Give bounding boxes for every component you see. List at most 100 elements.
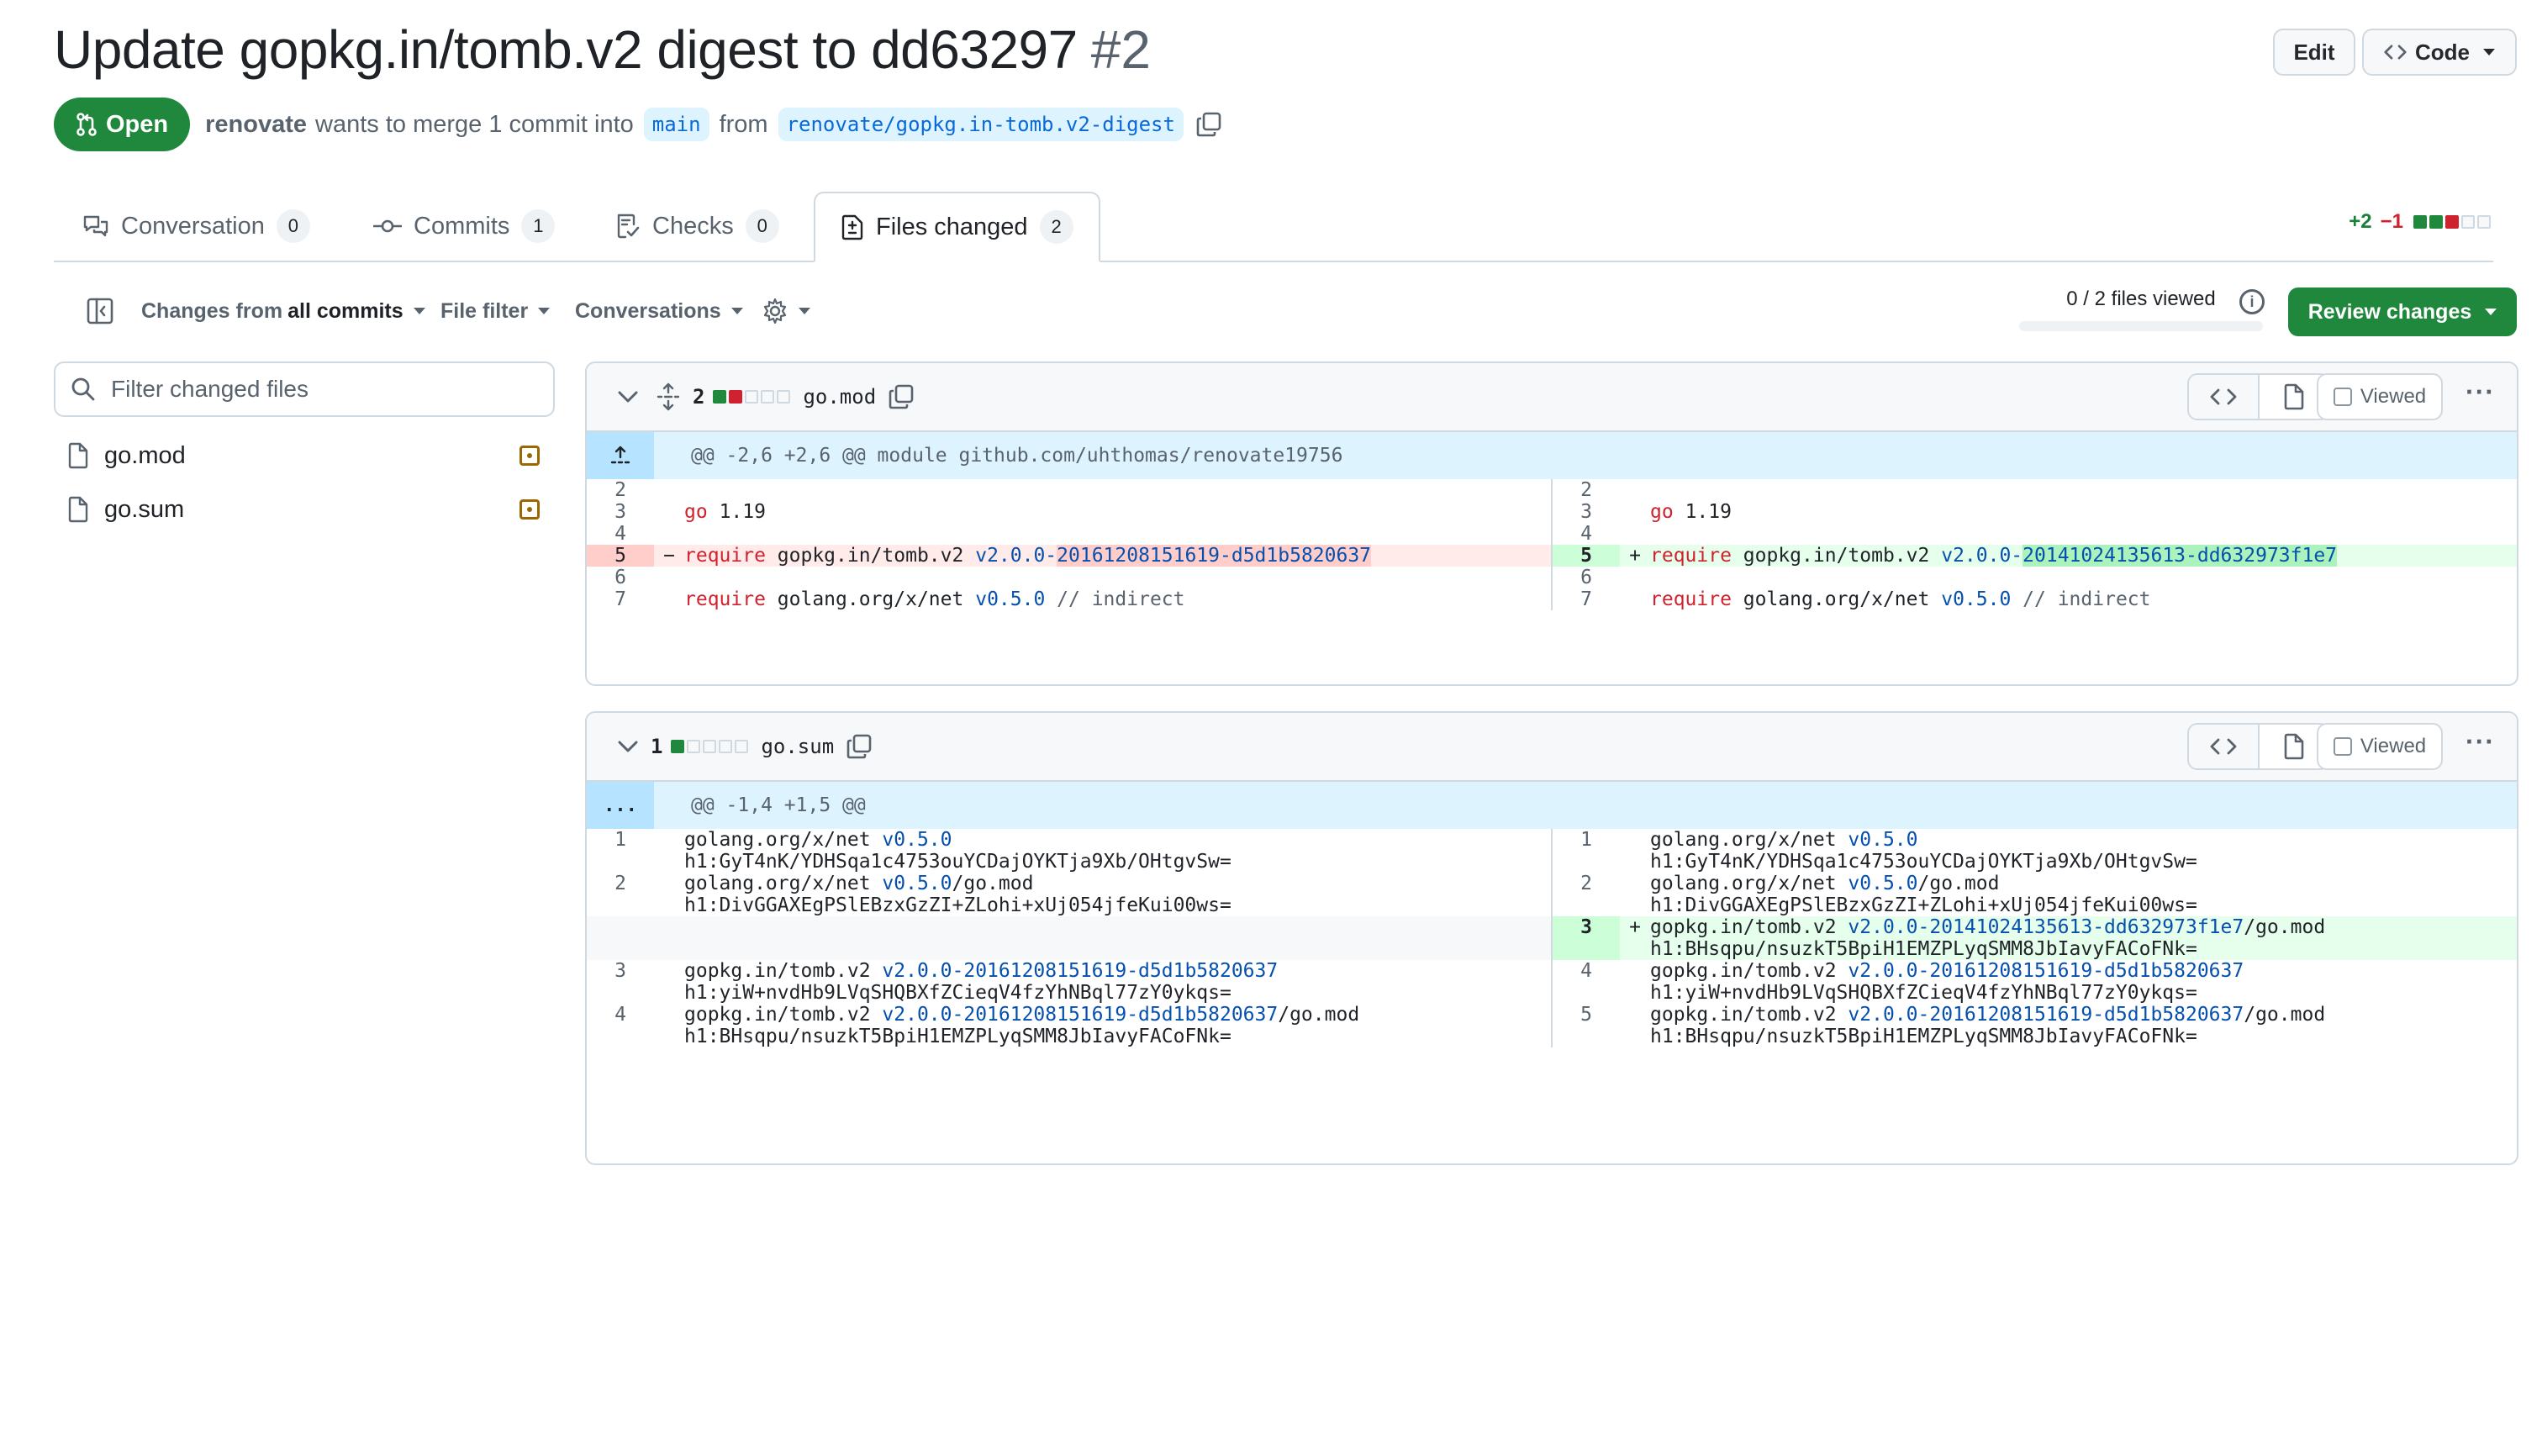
code-line: golang.org/x/net v0.5.0/go.mod h1:DivGGA… — [684, 873, 1231, 916]
tab-commits[interactable]: Commits 1 — [373, 192, 556, 261]
line-number[interactable]: 7 — [1553, 588, 1620, 610]
git-pull-request-icon — [76, 113, 97, 136]
author-link[interactable]: renovate — [205, 111, 307, 139]
file-name[interactable]: go.sum — [761, 735, 834, 758]
line-number[interactable]: 4 — [1553, 523, 1620, 545]
checklist-icon — [617, 214, 640, 239]
copy-icon[interactable] — [1195, 111, 1222, 138]
expand-button[interactable]: ... — [587, 782, 654, 829]
diff-row: 6 6 — [587, 567, 2517, 588]
pr-tabs: Conversation 0 Commits 1 Checks 0 Files … — [54, 192, 2493, 262]
code-line: gopkg.in/tomb.v2 v2.0.0-20161208151619-d… — [684, 1004, 1360, 1047]
file-header: 1 go.sum Viewed ··· — [587, 713, 2517, 782]
base-branch[interactable]: main — [643, 108, 709, 141]
chevron-down-icon — [413, 308, 425, 314]
line-number[interactable]: 5 — [1553, 1004, 1620, 1047]
line-number[interactable]: 3 — [587, 501, 654, 523]
file-diff-go-mod: 2 go.mod Viewed ··· @@ -2,6 +2,6 @@ modu… — [585, 361, 2518, 686]
deletion-marker: − — [663, 545, 675, 567]
diffstat-block-deleted — [2445, 215, 2459, 229]
diffstat-block-neutral — [2461, 215, 2475, 229]
fold-up-icon — [610, 446, 630, 464]
tab-conversation[interactable]: Conversation 0 — [82, 192, 310, 261]
conversations-dropdown[interactable]: Conversations — [575, 277, 743, 345]
source-diff-button[interactable] — [2189, 375, 2258, 419]
file-name[interactable]: go.mod — [803, 385, 876, 409]
expand-up-button[interactable] — [587, 432, 654, 479]
filter-files-field[interactable] — [54, 361, 555, 417]
checkbox[interactable] — [2333, 737, 2352, 756]
files-viewed-count: 0 / 2 files viewed — [2066, 288, 2216, 310]
chevron-down-icon[interactable] — [617, 740, 639, 753]
sidebar-file-go-sum[interactable]: go.sum — [67, 486, 555, 533]
kebab-horizontal-icon[interactable]: ··· — [2466, 378, 2495, 405]
edit-button[interactable]: Edit — [2273, 29, 2355, 76]
viewed-checkbox[interactable]: Viewed — [2317, 723, 2443, 770]
line-number[interactable]: 6 — [1553, 567, 1620, 588]
line-number[interactable]: 2 — [587, 873, 654, 916]
line-number[interactable]: 4 — [1553, 960, 1620, 1004]
diffstat-block-neutral — [735, 740, 749, 753]
tab-files-changed[interactable]: Files changed 2 — [814, 192, 1100, 262]
diff-table: ... @@ -1,4 +1,5 @@ 1 golang.org/x/net v… — [587, 782, 2517, 1047]
line-number[interactable]: 2 — [587, 479, 654, 501]
file-icon — [2284, 383, 2304, 410]
kebab-horizontal-icon[interactable]: ··· — [2466, 728, 2495, 755]
pr-title-row: Update gopkg.in/tomb.v2 digest to dd6329… — [54, 18, 1151, 81]
file-change-count: 2 — [693, 385, 705, 409]
diff-settings-button[interactable] — [762, 277, 810, 345]
info-icon[interactable]: i — [2239, 289, 2265, 314]
merge-text: wants to merge 1 commit into — [315, 110, 634, 138]
sidebar-toggle-button[interactable] — [86, 277, 114, 345]
diff-row: 7 require golang.org/x/net v0.5.0 // ind… — [587, 588, 2517, 610]
copy-icon[interactable] — [846, 733, 873, 760]
sidebar-file-go-mod[interactable]: go.mod — [67, 432, 555, 479]
tab-checks[interactable]: Checks 0 — [615, 192, 779, 261]
chevron-down-icon[interactable] — [617, 390, 639, 404]
filter-files-input[interactable] — [109, 375, 533, 404]
pr-meta: Open renovate wants to merge 1 commit in… — [54, 98, 1222, 151]
file-header: 2 go.mod Viewed ··· — [587, 363, 2517, 432]
line-number[interactable]: 1 — [587, 829, 654, 873]
diffstat-block-added — [2429, 215, 2443, 229]
pr-title: Update gopkg.in/tomb.v2 digest to dd6329… — [54, 19, 1078, 80]
line-number[interactable]: 5 — [1553, 545, 1620, 567]
line-number[interactable]: 3 — [1553, 916, 1620, 960]
viewed-checkbox[interactable]: Viewed — [2317, 373, 2443, 420]
line-number[interactable]: 4 — [587, 1004, 654, 1047]
hunk-header: ... @@ -1,4 +1,5 @@ — [587, 782, 2517, 829]
diffstat: +2 −1 — [2349, 210, 2493, 234]
diff-row-changed: 5− require gopkg.in/tomb.v2 v2.0.0-20161… — [587, 545, 2517, 567]
hunk-header: @@ -2,6 +2,6 @@ module github.com/uhthom… — [587, 432, 2517, 479]
tab-count: 0 — [745, 209, 779, 243]
line-number[interactable]: 2 — [1553, 479, 1620, 501]
line-number[interactable]: 1 — [1553, 829, 1620, 873]
line-number[interactable]: 6 — [587, 567, 654, 588]
checkbox[interactable] — [2333, 388, 2352, 406]
changes-from-value: all commits — [287, 298, 403, 323]
file-filter-dropdown[interactable]: File filter — [440, 277, 551, 345]
hunk-text: @@ -1,4 +1,5 @@ — [691, 794, 866, 816]
line-number-empty — [587, 916, 654, 960]
code-line: golang.org/x/net v0.5.0 h1:GyT4nK/YDHSqa… — [684, 829, 1231, 873]
line-number[interactable]: 7 — [587, 588, 654, 610]
line-number[interactable]: 4 — [587, 523, 654, 545]
source-diff-button[interactable] — [2189, 725, 2258, 768]
line-number[interactable]: 3 — [587, 960, 654, 1004]
diffstat-block-deleted — [729, 390, 743, 404]
file-icon — [68, 496, 88, 523]
header-actions: Edit Code — [2273, 29, 2517, 76]
line-number[interactable]: 5 — [587, 545, 654, 567]
line-number[interactable]: 3 — [1553, 501, 1620, 523]
unfold-icon[interactable] — [656, 382, 681, 411]
diff-row: 3 go 1.19 3 go 1.19 — [587, 501, 2517, 523]
diffstat-block-neutral — [719, 740, 733, 753]
copy-icon[interactable] — [888, 383, 915, 410]
code-button[interactable]: Code — [2362, 29, 2517, 76]
changes-from-dropdown[interactable]: Changes from all commits — [141, 277, 425, 345]
head-branch[interactable]: renovate/gopkg.in-tomb.v2-digest — [778, 108, 1184, 141]
diffstat-block-neutral — [687, 740, 701, 753]
review-changes-button[interactable]: Review changes — [2288, 288, 2517, 336]
line-number[interactable]: 2 — [1553, 873, 1620, 916]
code-line: gopkg.in/tomb.v2 v2.0.0-20161208151619-d… — [1650, 960, 2244, 1004]
